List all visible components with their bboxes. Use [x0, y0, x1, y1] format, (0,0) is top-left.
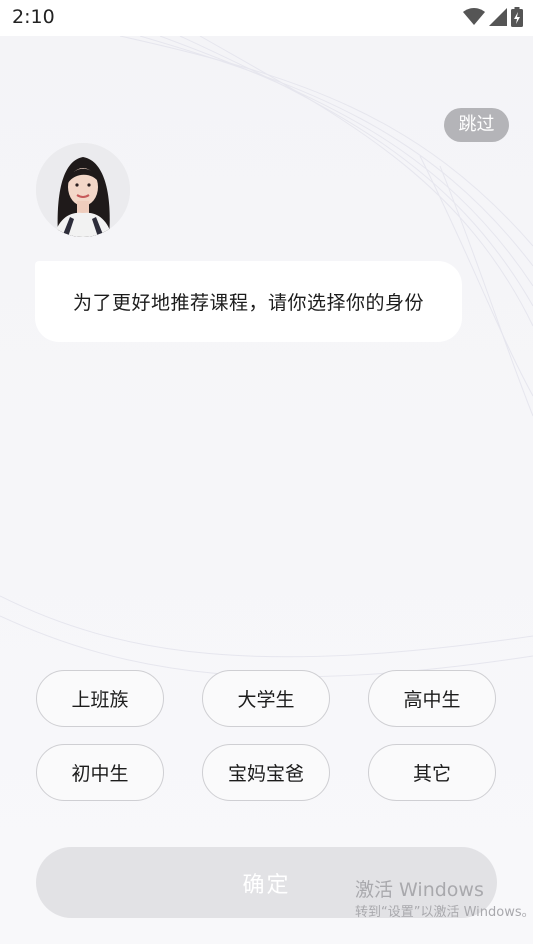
status-icons: [463, 7, 523, 27]
option-college-student[interactable]: 大学生: [202, 670, 330, 727]
avatar: [36, 143, 130, 237]
bottom-edge: [0, 944, 533, 948]
identity-select-screen: 2:10 跳过 为了更好地推荐课程，请你选择你的身份 上班族 大学生 高中生 初…: [0, 0, 533, 948]
option-high-school-student[interactable]: 高中生: [368, 670, 496, 727]
option-middle-school-student[interactable]: 初中生: [36, 744, 164, 801]
avatar-photo: [36, 143, 130, 237]
option-other[interactable]: 其它: [368, 744, 496, 801]
prompt-bubble: 为了更好地推荐课程，请你选择你的身份: [35, 261, 462, 342]
battery-charging-icon: [511, 7, 523, 27]
option-office-worker[interactable]: 上班族: [36, 670, 164, 727]
wifi-icon: [463, 8, 485, 25]
confirm-button[interactable]: 确定: [36, 847, 497, 918]
status-time: 2:10: [12, 6, 55, 28]
status-bar: 2:10: [0, 0, 533, 36]
signal-icon: [489, 8, 507, 26]
option-parent[interactable]: 宝妈宝爸: [202, 744, 330, 801]
prompt-text: 为了更好地推荐课程，请你选择你的身份: [72, 292, 424, 314]
skip-button[interactable]: 跳过: [444, 108, 509, 142]
